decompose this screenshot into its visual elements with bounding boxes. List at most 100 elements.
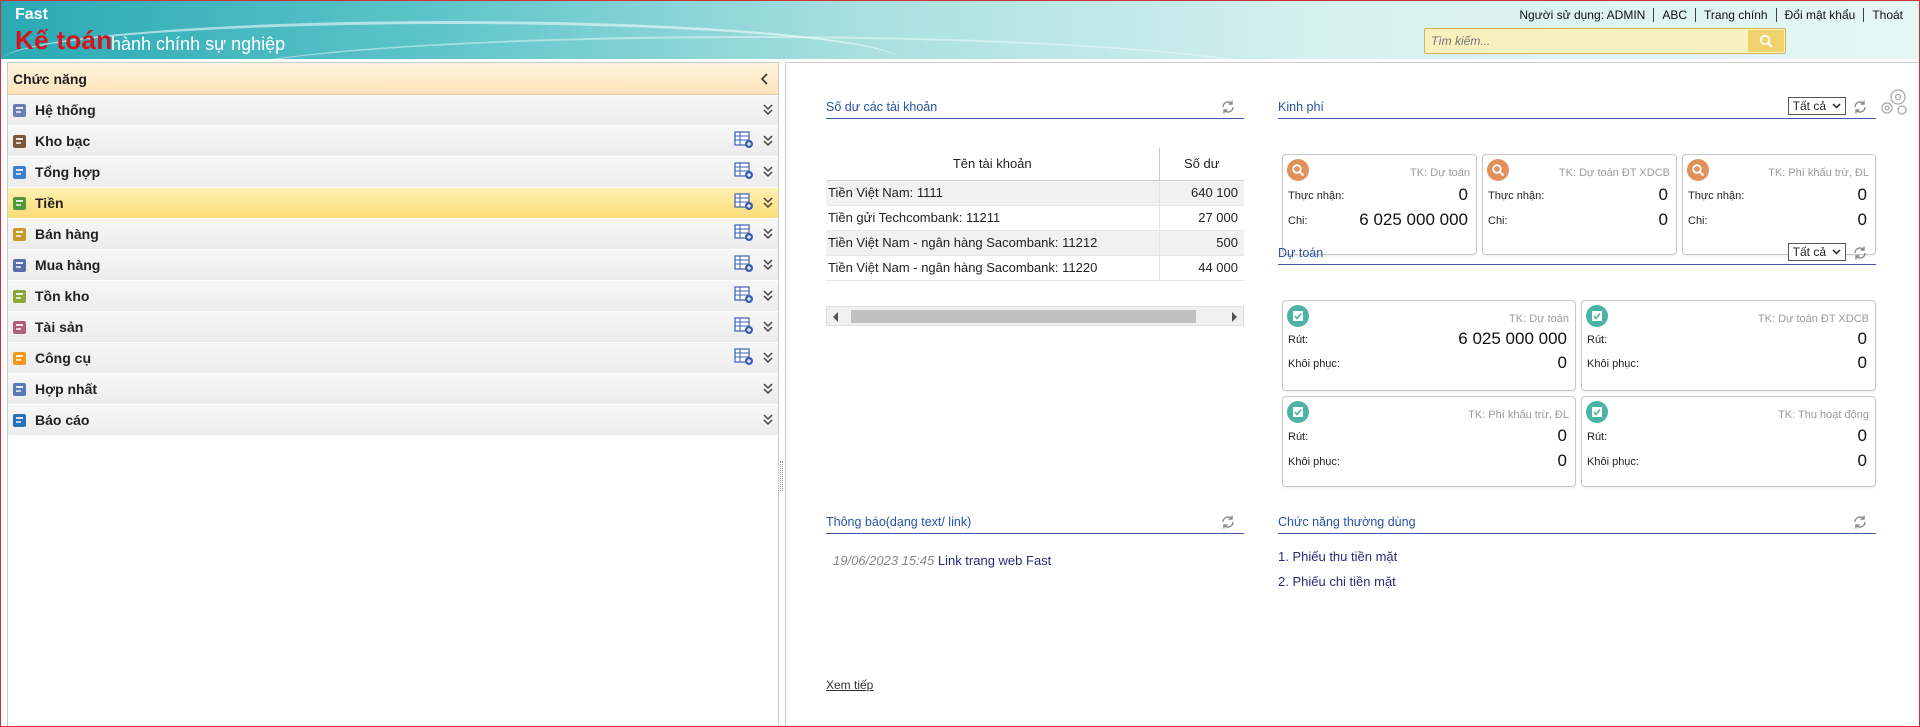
logo-title: Kế toán <box>15 25 113 55</box>
table-row[interactable]: Tiền Việt Nam - ngân hàng Sacombank: 112… <box>826 230 1244 256</box>
home-link[interactable]: Trang chính <box>1695 8 1776 22</box>
table-horizontal-scrollbar[interactable] <box>826 306 1244 326</box>
metric-label: Thực nhận: <box>1488 190 1545 202</box>
sidebar-menu: Hệ thống Kho bạc Tổng hợp Tiền Bán hàng Mua h… <box>8 95 778 436</box>
expand-icon[interactable] <box>762 413 774 430</box>
sidebar-item[interactable]: Mua hàng <box>8 250 778 281</box>
quick-list-icon[interactable] <box>734 348 754 369</box>
chevron-down-icon <box>1832 249 1841 255</box>
funding-filter-value: Tất cả <box>1792 99 1826 113</box>
metric-value: 0 <box>1557 426 1567 445</box>
quick-list-icon[interactable] <box>734 131 754 152</box>
sidebar-item[interactable]: Hệ thống <box>8 95 778 126</box>
expand-icon[interactable] <box>762 258 774 275</box>
logout-link[interactable]: Thoát <box>1863 8 1911 22</box>
metric-value: 0 <box>1557 451 1567 470</box>
purchase-icon <box>11 256 29 274</box>
search-button[interactable] <box>1748 30 1784 52</box>
sidebar-item-label: Tiền <box>35 195 64 211</box>
sidebar-item[interactable]: Bán hàng <box>8 219 778 250</box>
quick-list-icon[interactable] <box>734 286 754 307</box>
funding-header: Kinh phí Tất cả <box>1278 95 1876 119</box>
see-more-link[interactable]: Xem tiếp <box>826 678 873 692</box>
expand-icon[interactable] <box>762 103 774 120</box>
estimate-card[interactable]: TK: Dự toán Rút: 6 025 000 000 Khôi phục: 0 <box>1282 300 1576 391</box>
sidebar-item[interactable]: Công cụ <box>8 343 778 374</box>
estimate-card[interactable]: TK: Phí khấu trừ, ĐL Rút: 0 Khôi phục: 0 <box>1282 396 1576 487</box>
estimate-card[interactable]: TK: Thu hoạt động Rút: 0 Khôi phục: 0 <box>1581 396 1876 487</box>
favorites-title: Chức năng thường dùng <box>1278 515 1416 529</box>
refresh-notices-icon[interactable] <box>1220 514 1236 530</box>
favorite-item[interactable]: 2. Phiếu chi tiền mặt <box>1278 574 1396 589</box>
expand-icon[interactable] <box>762 382 774 399</box>
checklist-icon <box>1586 401 1608 423</box>
funding-filter-select[interactable]: Tất cả <box>1787 97 1846 115</box>
expand-icon[interactable] <box>762 320 774 337</box>
sidebar-item[interactable]: Tồn kho <box>8 281 778 312</box>
metric-value: 0 <box>1557 353 1567 372</box>
search-icon <box>1687 159 1709 181</box>
refresh-funding-icon[interactable] <box>1852 99 1868 115</box>
refresh-balances-icon[interactable] <box>1220 99 1236 115</box>
expand-icon[interactable] <box>762 196 774 213</box>
metric-label: Chi: <box>1688 215 1708 227</box>
funding-card[interactable]: TK: Phí khấu trừ, ĐL Thực nhận: 0 Chi: 0 <box>1682 154 1876 255</box>
estimate-filter-select[interactable]: Tất cả <box>1787 243 1846 261</box>
metric-value: 0 <box>1857 451 1867 470</box>
sidebar-item-label: Tài sản <box>35 319 84 335</box>
favorite-item[interactable]: 1. Phiếu thu tiền mặt <box>1278 549 1397 564</box>
balance-cell: 27 000 <box>1159 205 1244 231</box>
quick-list-icon[interactable] <box>734 255 754 276</box>
sidebar-title: Chức năng <box>13 70 87 87</box>
report-icon <box>11 411 29 429</box>
sidebar-item[interactable]: Tiền <box>8 188 778 219</box>
sidebar: Chức năng Hệ thống Kho bạc Tổng hợp Tiền Bán… <box>7 62 779 726</box>
system-icon <box>11 101 29 119</box>
expand-icon[interactable] <box>762 351 774 368</box>
account-label: TK: Dự toán ĐT XDCB <box>1757 313 1869 325</box>
table-row[interactable]: Tiền gửi Techcombank: 11211 27 000 <box>826 205 1244 231</box>
expand-icon[interactable] <box>762 165 774 182</box>
unit-link[interactable]: ABC <box>1653 8 1695 22</box>
quick-list-icon[interactable] <box>734 193 754 214</box>
quick-list-icon[interactable] <box>734 224 754 245</box>
search-input[interactable] <box>1425 29 1748 53</box>
sidebar-item[interactable]: Hợp nhất <box>8 374 778 405</box>
refresh-favorites-icon[interactable] <box>1852 514 1868 530</box>
refresh-estimate-icon[interactable] <box>1852 245 1868 261</box>
quick-list-icon[interactable] <box>734 317 754 338</box>
funding-card[interactable]: TK: Dự toán Thực nhận: 0 Chi: 6 025 000 000 <box>1282 154 1477 255</box>
current-user-link[interactable]: Người sử dụng: ADMIN <box>1511 8 1653 22</box>
sidebar-item[interactable]: Tài sản <box>8 312 778 343</box>
funding-card[interactable]: TK: Dự toán ĐT XDCB Thực nhận: 0 Chi: 0 <box>1482 154 1677 255</box>
scroll-thumb[interactable] <box>851 310 1196 323</box>
change-password-link[interactable]: Đổi mật khẩu <box>1775 8 1864 22</box>
settings-gear-icon[interactable] <box>1877 85 1911 117</box>
quick-list-icon[interactable] <box>734 162 754 183</box>
sidebar-item[interactable]: Báo cáo <box>8 405 778 436</box>
balances-title: Số dư các tài khoản <box>826 100 938 114</box>
estimate-title: Dự toán <box>1278 246 1324 260</box>
account-label: TK: Dự toán <box>1509 313 1569 325</box>
table-row[interactable]: Tiền Việt Nam - ngân hàng Sacombank: 112… <box>826 255 1244 281</box>
estimate-header: Dự toán Tất cả <box>1278 241 1876 265</box>
splitter-handle[interactable] <box>780 461 783 491</box>
notice-link[interactable]: Link trang web Fast <box>938 553 1051 568</box>
notice-date: 19/06/2023 15:45 <box>833 553 935 568</box>
money-icon <box>11 194 29 212</box>
expand-icon[interactable] <box>762 134 774 151</box>
sidebar-item[interactable]: Kho bạc <box>8 126 778 157</box>
col-balance[interactable]: Số dư <box>1159 148 1244 181</box>
metric-label: Rút: <box>1288 431 1309 443</box>
sidebar-item[interactable]: Tổng hợp <box>8 157 778 188</box>
scroll-left-icon[interactable] <box>833 312 838 322</box>
collapse-sidebar-icon[interactable] <box>760 72 770 85</box>
sidebar-item-label: Tồn kho <box>35 288 90 304</box>
expand-icon[interactable] <box>762 289 774 306</box>
metric-value: 0 <box>1857 353 1867 372</box>
expand-icon[interactable] <box>762 227 774 244</box>
col-account-name[interactable]: Tên tài khoản <box>826 148 1160 181</box>
table-row[interactable]: Tiền Việt Nam: 1111 640 100 <box>826 180 1244 206</box>
scroll-right-icon[interactable] <box>1232 312 1237 322</box>
estimate-card[interactable]: TK: Dự toán ĐT XDCB Rút: 0 Khôi phục: 0 <box>1581 300 1876 391</box>
